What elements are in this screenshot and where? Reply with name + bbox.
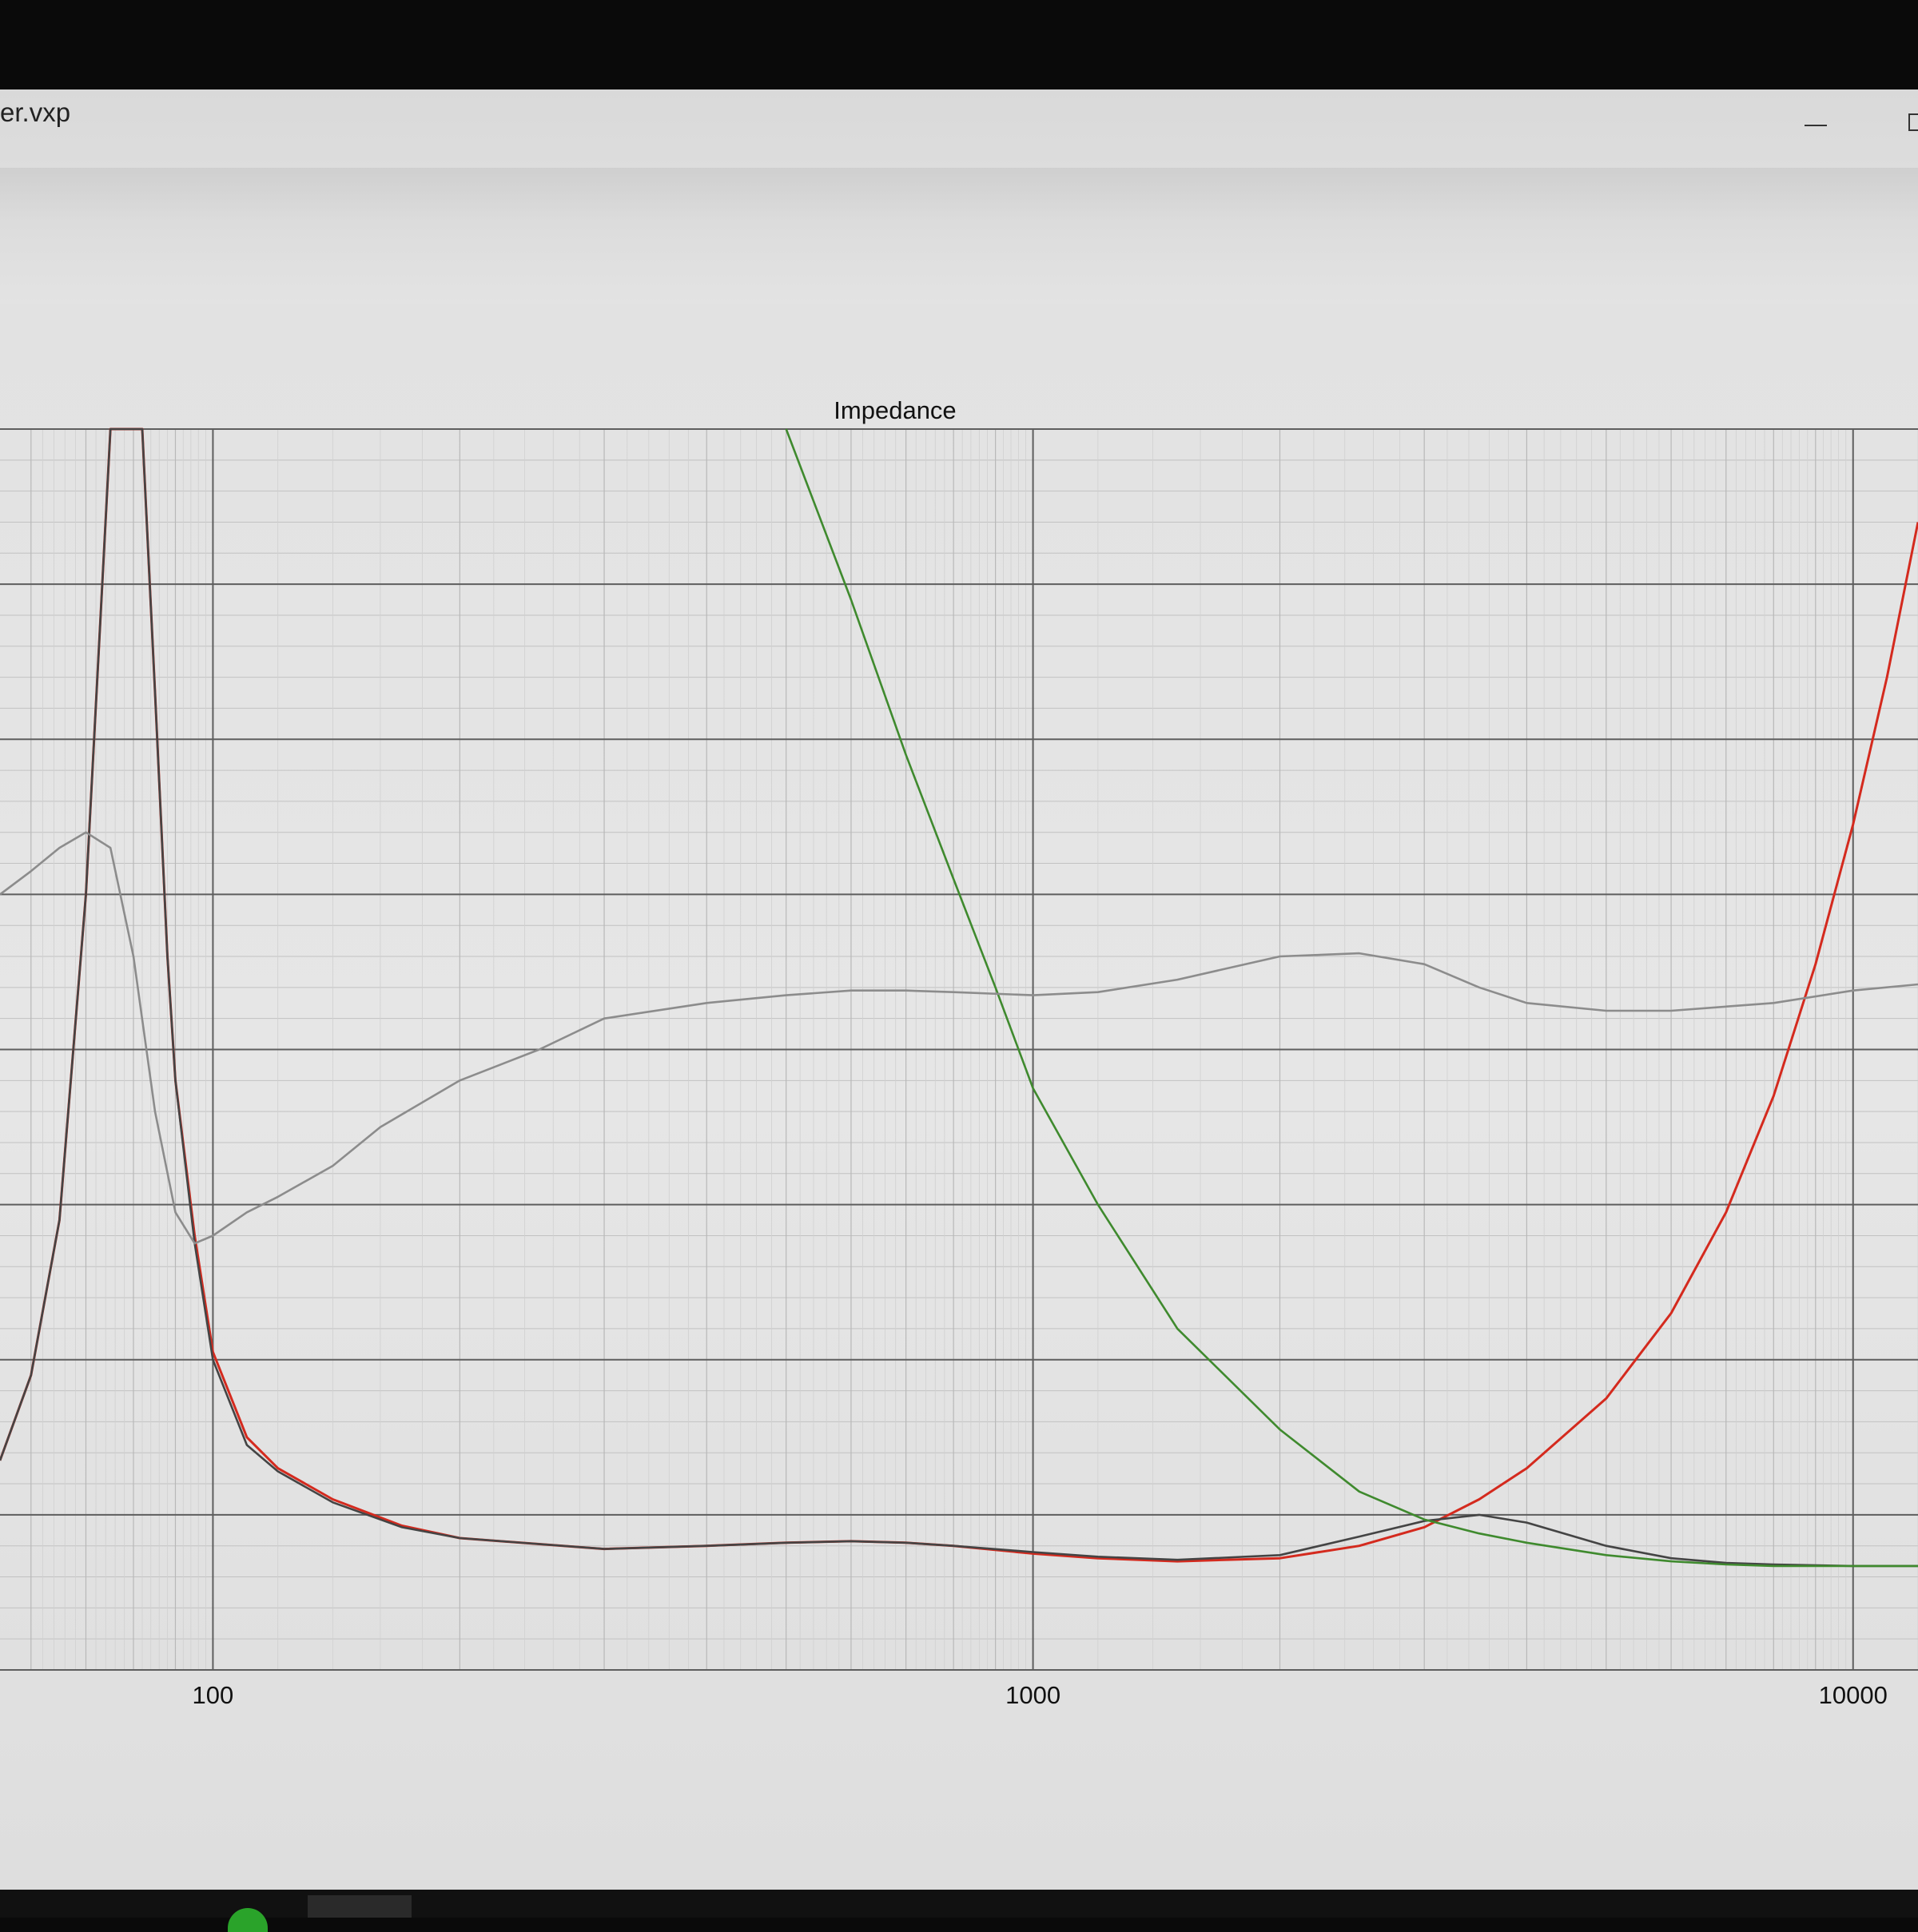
- x-tick-labels: 100 1000 10000: [193, 1681, 1888, 1709]
- taskbar-slot[interactable]: [308, 1895, 412, 1918]
- taskbar: [0, 1890, 1918, 1918]
- x-tick-label: 10000: [1819, 1681, 1888, 1709]
- series-line-0: [0, 427, 1918, 1563]
- series-line-2: [785, 428, 1918, 1568]
- impedance-chart: Impedance 100 1000 10000: [0, 396, 1918, 1709]
- chart-title: Impedance: [834, 396, 956, 424]
- x-tick-label: 1000: [1005, 1681, 1060, 1709]
- series-line-1: [0, 427, 1918, 1568]
- x-tick-label: 100: [193, 1681, 234, 1709]
- series-layer: [0, 427, 1918, 1568]
